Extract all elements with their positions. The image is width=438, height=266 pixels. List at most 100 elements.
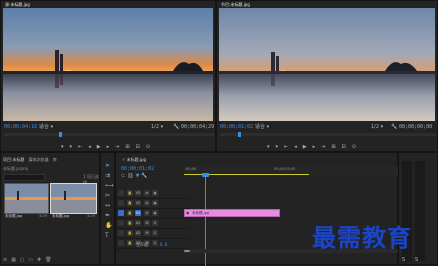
icon-view-icon[interactable]: ▦ xyxy=(11,257,20,263)
program-settings-icon[interactable]: 🔧 xyxy=(391,124,397,130)
thumbnail-image xyxy=(5,184,48,213)
ripple-edit-tool-icon[interactable]: ⟷ xyxy=(105,181,114,190)
play-icon[interactable]: ▶ xyxy=(97,144,107,150)
track-select-tool-icon[interactable]: ⇉ xyxy=(105,171,110,180)
program-scrubber[interactable] xyxy=(220,132,436,137)
step-forward-icon[interactable]: ▸ xyxy=(107,144,116,150)
prog-mark-out-icon[interactable]: ▾ xyxy=(276,144,285,150)
project-item-thumbnail[interactable] xyxy=(4,183,49,214)
sync-icon[interactable]: ⇄ xyxy=(144,190,150,196)
extract-icon[interactable]: ⊟ xyxy=(342,144,352,150)
lock-icon[interactable]: 🔒 xyxy=(127,200,133,206)
solo-button[interactable]: S xyxy=(152,230,158,236)
mark-out-icon[interactable]: ▾ xyxy=(70,144,79,150)
track-header-a2: 🔒 A2 M S xyxy=(116,229,190,239)
track-label: V2 xyxy=(135,200,141,206)
program-resolution-dropdown[interactable]: 1/2 ▾ xyxy=(371,124,383,130)
prog-step-back-icon[interactable]: ◂ xyxy=(294,144,303,150)
lock-icon[interactable]: 🔒 xyxy=(127,220,133,226)
sync-icon[interactable]: ⇄ xyxy=(144,210,150,216)
source-timecode-current[interactable]: 00;00;04;16 xyxy=(4,124,37,130)
lock-icon[interactable]: 🔒 xyxy=(127,210,133,216)
solo-meter-button[interactable]: S xyxy=(402,257,405,263)
source-scrubber[interactable] xyxy=(4,132,214,137)
project-item-name: 未标题.jpg xyxy=(52,214,70,218)
source-patch[interactable] xyxy=(118,220,124,226)
source-patch[interactable] xyxy=(118,240,124,246)
source-fraction: 1/2 xyxy=(151,124,160,130)
track-label: V3 xyxy=(135,190,141,196)
project-item-name: 未标题.jpg xyxy=(5,214,23,218)
program-timecode-current[interactable]: 00;00;01;02 xyxy=(220,124,253,130)
prog-go-to-out-icon[interactable]: ⇥ xyxy=(321,144,331,150)
timeline-ruler[interactable]: :00;00 00;00;05;00 xyxy=(184,166,398,176)
ruler-mark: 00;00;05;00 xyxy=(274,167,296,171)
solo-meter-button[interactable]: S xyxy=(415,257,418,263)
mute-button[interactable]: M xyxy=(144,220,150,226)
linked-icon[interactable]: ⛓ xyxy=(127,173,135,179)
hand-tool-icon[interactable]: ✋ xyxy=(105,221,112,230)
tab-media-browser[interactable]: 媒体浏览器 xyxy=(29,157,49,162)
prog-export-frame-icon[interactable]: ⊙ xyxy=(352,144,362,150)
master-track-value[interactable]: 0.0 xyxy=(160,242,167,247)
go-to-in-icon[interactable]: ⇤ xyxy=(78,144,88,150)
source-patch[interactable] xyxy=(118,190,124,196)
prog-mark-in-icon[interactable]: ▾ xyxy=(267,144,276,150)
prog-play-icon[interactable]: ▶ xyxy=(303,144,313,150)
lock-icon[interactable]: 🔒 xyxy=(127,190,133,196)
project-search-input[interactable] xyxy=(3,174,45,181)
tab-project[interactable]: 项目:未标题 xyxy=(3,157,24,162)
source-resolution-dropdown[interactable]: 1/2 ▾ xyxy=(151,124,163,130)
mark-in-icon[interactable]: ▾ xyxy=(61,144,70,150)
program-fit-label: 适合 xyxy=(255,124,266,130)
step-back-icon[interactable]: ◂ xyxy=(88,144,97,150)
go-to-out-icon[interactable]: ⇥ xyxy=(115,144,125,150)
insert-icon[interactable]: ⊞ xyxy=(125,144,135,150)
program-viewer xyxy=(219,8,435,121)
program-fit-dropdown[interactable]: 适合 ▾ xyxy=(255,124,269,130)
timeline-tab-label: 未标题.jpg xyxy=(126,157,147,162)
source-fit-label: 适合 xyxy=(39,124,50,130)
track-headers: 🔒 V3 ⇄ ◉ 🔒 V2 ⇄ ◉ 🔒 V1 ⇄ ◉ 🔒 A1 M S 🔒 A2… xyxy=(116,189,190,251)
settings-icon[interactable]: 🔧 xyxy=(141,173,149,179)
source-playhead[interactable] xyxy=(59,132,62,137)
sync-icon[interactable]: ⇄ xyxy=(144,200,150,206)
program-monitor: 节目:未标题.jpg 00;00;01;02 适合 ▾ 1/2 ▾ 🔧 00;0… xyxy=(216,0,438,152)
program-playhead[interactable] xyxy=(238,132,241,137)
lift-icon[interactable]: ⊞ xyxy=(331,144,341,150)
project-item-duration: 4:29 xyxy=(39,214,47,218)
lock-icon[interactable]: 🔒 xyxy=(127,230,133,236)
tab-libraries[interactable]: 库 xyxy=(53,157,57,162)
razor-tool-icon[interactable]: ✂ xyxy=(105,191,110,200)
source-fit-dropdown[interactable]: 适合 ▾ xyxy=(39,124,53,130)
pen-tool-icon[interactable]: ✒ xyxy=(105,211,110,220)
selection-tool-icon[interactable]: ➤ xyxy=(105,161,110,170)
slip-tool-icon[interactable]: ↔ xyxy=(105,201,110,210)
scroll-handle[interactable] xyxy=(184,250,190,252)
source-patch[interactable] xyxy=(118,210,124,216)
solo-button[interactable]: S xyxy=(152,220,158,226)
source-patch[interactable] xyxy=(118,200,124,206)
eye-icon[interactable]: ◉ xyxy=(152,210,158,216)
eye-icon[interactable]: ◉ xyxy=(152,200,158,206)
timeline-tab[interactable]: ✕ 未标题.jpg xyxy=(122,157,146,163)
tools-panel: ➤ ⇉ ⟷ ✂ ↔ ✒ ✋ T xyxy=(100,152,115,265)
export-frame-icon[interactable]: ⊙ xyxy=(146,144,156,150)
overwrite-icon[interactable]: ⊟ xyxy=(136,144,146,150)
prog-step-forward-icon[interactable]: ▸ xyxy=(313,144,322,150)
timeline-timecode[interactable]: 00;00;01;02 xyxy=(121,166,154,172)
project-item-thumbnail[interactable] xyxy=(50,183,97,214)
source-patch[interactable] xyxy=(118,230,124,236)
prog-go-to-in-icon[interactable]: ⇤ xyxy=(284,144,294,150)
list-view-icon[interactable]: ≡ xyxy=(3,257,11,263)
type-tool-icon[interactable]: T xyxy=(105,231,109,240)
source-settings-icon[interactable]: 🔧 xyxy=(173,124,179,130)
solo-button[interactable]: S xyxy=(152,240,158,246)
timeline-clip[interactable]: ▣ 未标题.jpg xyxy=(184,209,280,217)
clear-icon[interactable]: 🗑 xyxy=(45,257,55,263)
mute-button[interactable]: M xyxy=(144,230,150,236)
lock-icon[interactable]: 🔒 xyxy=(127,240,133,246)
timeline-playhead-handle[interactable] xyxy=(202,173,209,177)
eye-icon[interactable]: ◉ xyxy=(152,190,158,196)
new-bin-icon[interactable]: ▭ xyxy=(28,257,37,263)
